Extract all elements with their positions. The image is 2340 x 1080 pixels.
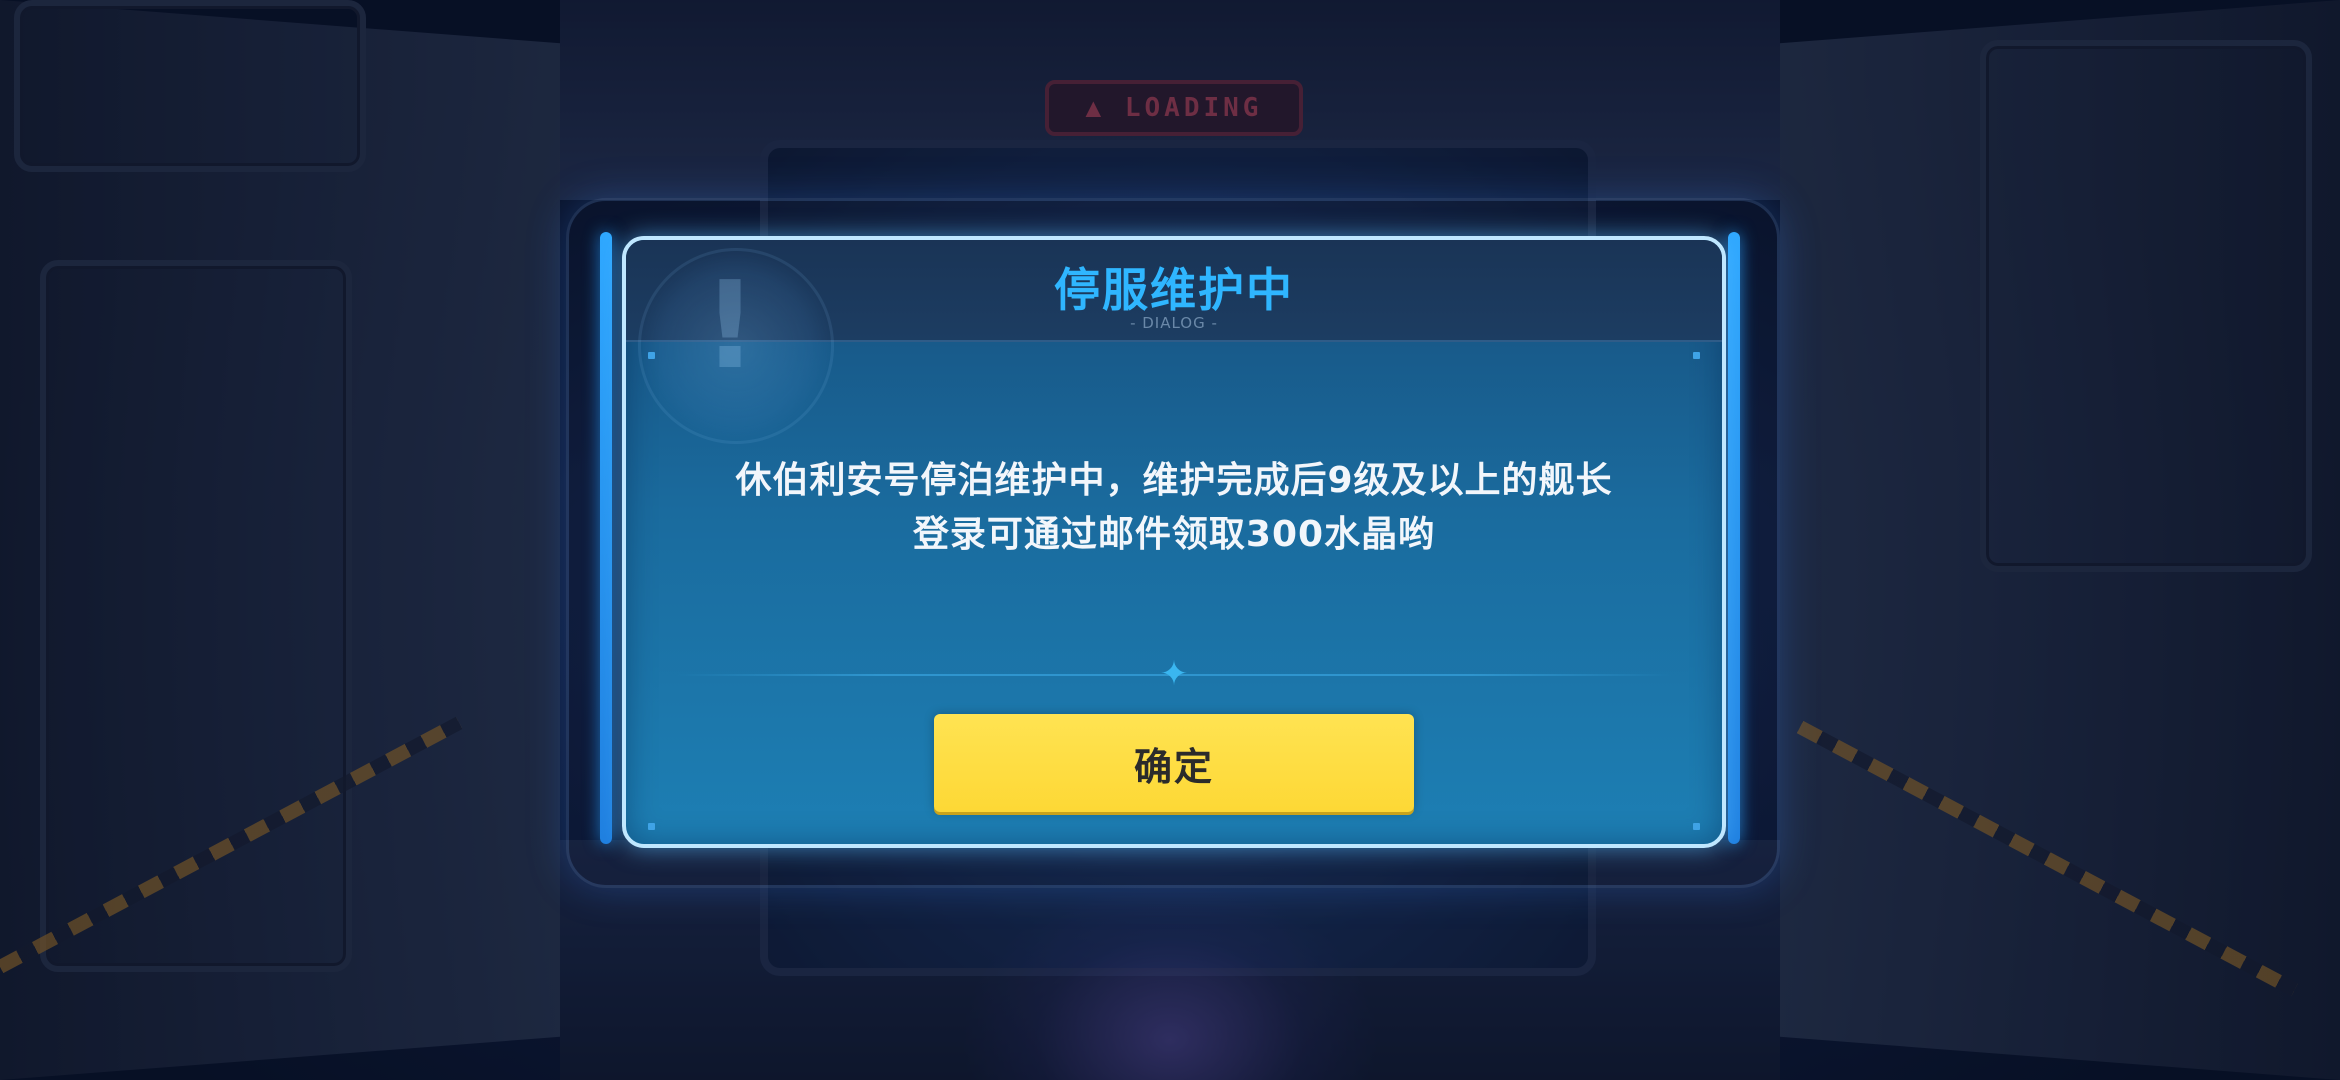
dialog-side-bar-left	[600, 232, 612, 844]
corner-dot-top-right	[1693, 352, 1700, 359]
corner-dot-bottom-left	[648, 823, 655, 830]
dialog-side-bar-right	[1728, 232, 1740, 844]
dialog-message-line-1: 休伯利安号停泊维护中，维护完成后9级及以上的舰长	[735, 460, 1613, 501]
dialog-message-line-2: 登录可通过邮件领取300水晶哟	[912, 514, 1436, 555]
maintenance-dialog: ! 停服维护中 - DIALOG - 休伯利安号停泊维护中，维护完成后9级及以上…	[622, 236, 1726, 848]
game-scene: ▲ LOADING ! 停服维护中 - DIALOG - 休伯利安号停泊维护中，…	[0, 0, 2340, 1080]
dialog-subtitle: - DIALOG -	[1130, 314, 1218, 332]
dialog-message: 休伯利安号停泊维护中，维护完成后9级及以上的舰长 登录可通过邮件领取300水晶哟	[666, 454, 1682, 562]
corner-dot-top-left	[648, 352, 655, 359]
dialog-title: 停服维护中	[1054, 263, 1294, 317]
confirm-button[interactable]: 确定	[934, 714, 1414, 812]
sparkle-icon: ✦	[1159, 654, 1189, 694]
corner-dot-bottom-right	[1693, 823, 1700, 830]
